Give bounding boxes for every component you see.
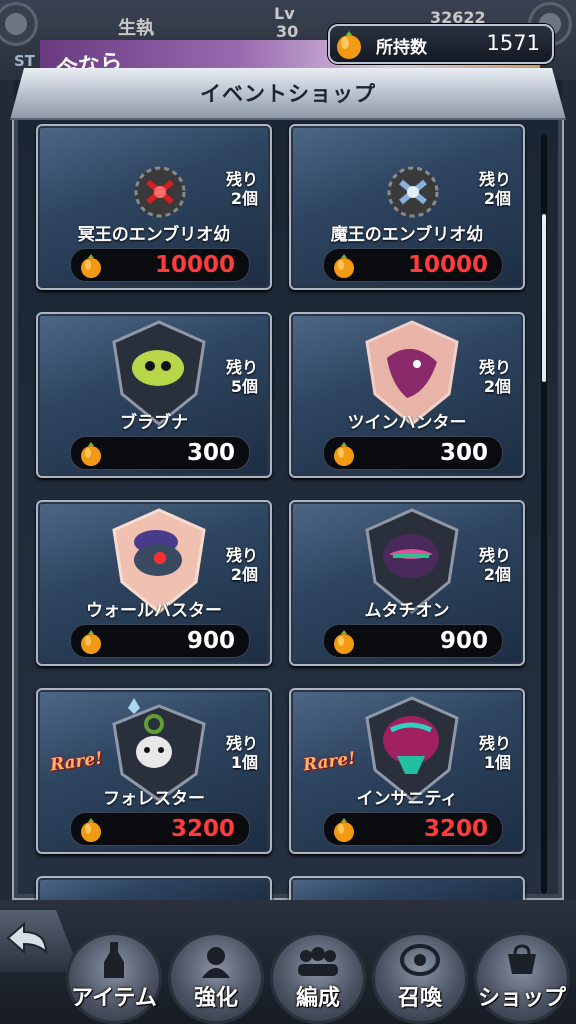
- nav-label: 召喚: [397, 986, 442, 1011]
- orange-gem-icon: [81, 818, 101, 842]
- potion-icon: [104, 942, 124, 978]
- price-tag: 3200: [70, 812, 250, 846]
- orange-gem-icon: [81, 442, 101, 466]
- stock-remaining: 残り 5個: [225, 358, 258, 396]
- shop-modal-header: イベントショップ: [10, 68, 566, 120]
- enhance-icon: [202, 947, 230, 978]
- item-price: 3200: [170, 816, 235, 842]
- nav-item-items[interactable]: アイテム: [66, 932, 162, 1024]
- shop-item-card[interactable]: 残り 2個 ムタチオン 900: [289, 500, 525, 666]
- price-tag: 300: [323, 436, 503, 470]
- page-title: イベントショップ: [200, 82, 376, 106]
- item-price: 900: [186, 628, 235, 654]
- nav-item-summon[interactable]: 召喚: [372, 932, 468, 1024]
- price-tag: 10000: [323, 248, 503, 282]
- orange-gem-icon: [337, 31, 361, 59]
- stock-remaining: 残り 2個: [478, 358, 511, 396]
- nav-label: アイテム: [71, 986, 157, 1011]
- orange-gem-icon: [334, 254, 354, 278]
- background-edge: [562, 80, 576, 900]
- item-name: 冥王のエンブリオ幼: [77, 225, 231, 245]
- price-tag: 300: [70, 436, 250, 470]
- item-name: ウォールバスター: [86, 601, 222, 621]
- nav-label: ショップ: [477, 986, 566, 1011]
- stock-remaining: 残り 1個: [478, 734, 511, 772]
- nav-label: 強化: [193, 986, 238, 1011]
- item-price: 300: [439, 440, 488, 466]
- item-price: 10000: [407, 252, 488, 278]
- summon-icon: [400, 944, 440, 976]
- item-name: ブラブナ: [120, 413, 188, 433]
- scrollbar-thumb[interactable]: [542, 214, 546, 382]
- nav-item-shop[interactable]: ショップ: [474, 932, 570, 1024]
- orange-gem-icon: [334, 442, 354, 466]
- orange-gem-icon: [334, 630, 354, 654]
- rare-badge: Rare!: [301, 748, 357, 776]
- item-price: 10000: [154, 252, 235, 278]
- currency-label: 所持数: [376, 38, 427, 58]
- price-tag: 900: [323, 624, 503, 658]
- background-label: 30: [276, 22, 299, 41]
- background-label: Lv: [274, 4, 295, 23]
- orange-gem-icon: [81, 254, 101, 278]
- shop-item-card[interactable]: 残り 2個 魔王のエンブリオ幼 10000: [289, 124, 525, 290]
- item-name: フォレスター: [103, 789, 205, 809]
- currency-display: 所持数 1571: [328, 24, 554, 64]
- shop-item-card[interactable]: 残り 2個 冥王のエンブリオ幼 10000: [36, 124, 272, 290]
- gear-icon: [0, 2, 38, 46]
- item-name: インサニティ: [356, 789, 458, 809]
- nav-label: 編成: [295, 986, 340, 1011]
- nav-item-formation[interactable]: 編成: [270, 932, 366, 1024]
- shop-item-card[interactable]: 残り 5個 ブラブナ 300: [36, 312, 272, 478]
- item-price: 3200: [423, 816, 488, 842]
- currency-value: 1571: [486, 31, 540, 55]
- stock-remaining: 残り 2個: [478, 546, 511, 584]
- nav-item-enhance[interactable]: 強化: [168, 932, 264, 1024]
- back-arrow-icon: [6, 922, 48, 955]
- rare-badge: Rare!: [48, 748, 104, 776]
- shop-item-card[interactable]: Rare! 残り 1個 フォレスター 3200: [36, 688, 272, 854]
- price-tag: 900: [70, 624, 250, 658]
- shop-item-card[interactable]: 残り 2個 ウォールバスター 900: [36, 500, 272, 666]
- item-name: 魔王のエンブリオ幼: [330, 225, 484, 245]
- item-name: ツインハンター: [347, 413, 467, 433]
- stock-remaining: 残り 1個: [225, 734, 258, 772]
- shop-item-card[interactable]: Rare! 残り 1個 インサニティ 3200: [289, 688, 525, 854]
- orange-gem-icon: [81, 630, 101, 654]
- stock-remaining: 残り 2個: [225, 170, 258, 208]
- background-label: ST: [14, 52, 36, 70]
- stock-remaining: 残り 2個: [225, 546, 258, 584]
- price-tag: 3200: [323, 812, 503, 846]
- formation-icon: [298, 947, 338, 976]
- background-label: 生執: [118, 18, 154, 39]
- item-name: ムタチオン: [364, 601, 450, 621]
- shop-icon: [508, 944, 536, 974]
- price-tag: 10000: [70, 248, 250, 282]
- stock-remaining: 残り 2個: [478, 170, 511, 208]
- orange-gem-icon: [334, 818, 354, 842]
- item-price: 300: [186, 440, 235, 466]
- item-price: 900: [439, 628, 488, 654]
- shop-item-card[interactable]: 残り 2個 ツインハンター 300: [289, 312, 525, 478]
